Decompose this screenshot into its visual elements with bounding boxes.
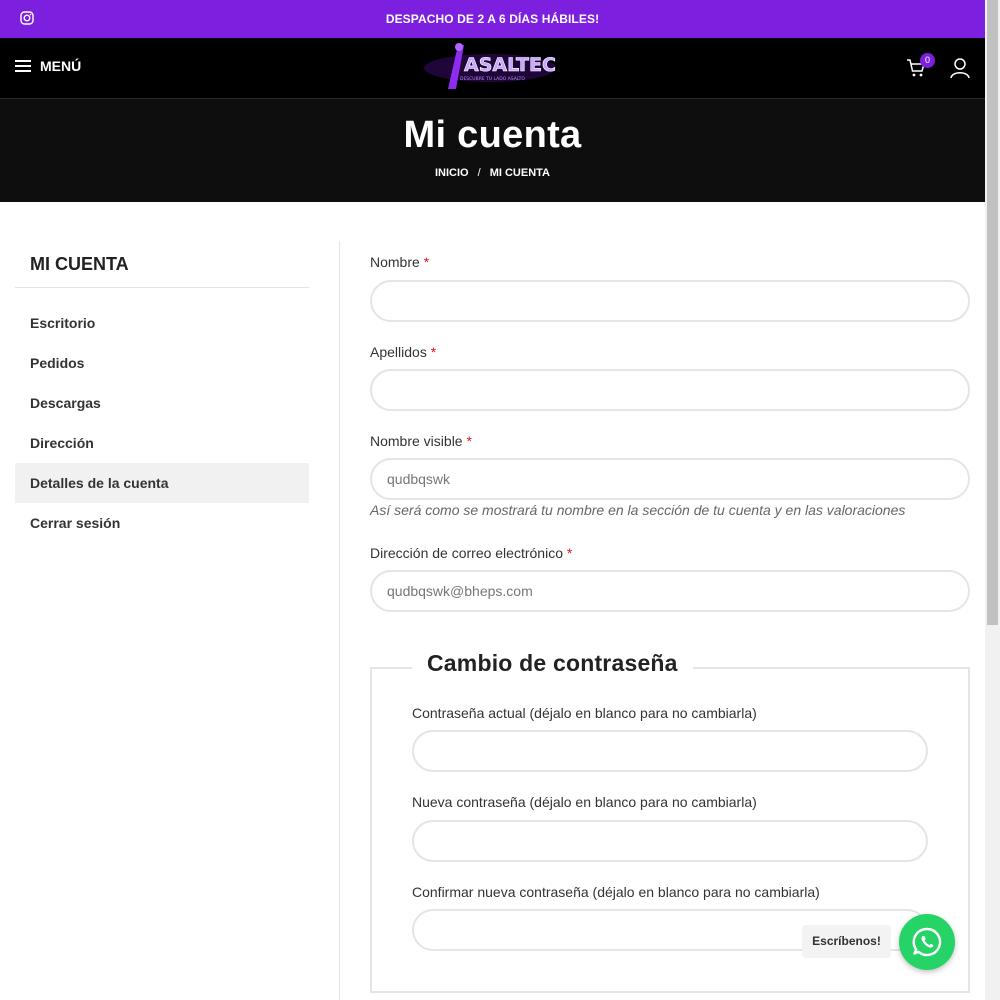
required-mark: *: [430, 344, 437, 360]
nav-item-detalles-cuenta[interactable]: Detalles de la cuenta: [15, 463, 309, 503]
chat-label[interactable]: Escríbenos!: [802, 925, 891, 958]
cart-button[interactable]: 0: [906, 53, 935, 83]
cart-count-badge: 0: [920, 53, 935, 68]
display-name-hint: Así será como se mostrará tu nombre en l…: [370, 502, 906, 518]
email-label: Dirección de correo electrónico *: [370, 545, 572, 561]
menu-button[interactable]: MENÚ: [15, 58, 81, 74]
account-navigation: Escritorio Pedidos Descargas Dirección D…: [15, 303, 309, 543]
last-name-input[interactable]: [370, 369, 970, 411]
display-name-label-text: Nombre visible: [370, 433, 463, 449]
display-name-label: Nombre visible *: [370, 433, 472, 449]
menu-label: MENÚ: [40, 58, 82, 74]
confirm-password-label: Confirmar nueva contraseña (déjalo en bl…: [412, 884, 820, 900]
first-name-label: Nombre *: [370, 254, 429, 270]
breadcrumb-separator: /: [477, 167, 481, 179]
whatsapp-button[interactable]: [899, 914, 955, 970]
email-label-text: Dirección de correo electrónico: [370, 545, 563, 561]
required-mark: *: [423, 254, 430, 270]
required-mark: *: [566, 545, 573, 561]
breadcrumb-current: MI CUENTA: [489, 167, 550, 179]
logo-tagline: DESCUBRE TU LADO ASALTO: [460, 76, 525, 82]
password-change-title: Cambio de contraseña: [412, 650, 693, 677]
required-mark: *: [466, 433, 472, 449]
first-name-input[interactable]: [370, 280, 970, 322]
whatsapp-icon: [912, 927, 942, 957]
nav-item-escritorio[interactable]: Escritorio: [15, 303, 309, 343]
logo-text: ASALTEC: [464, 54, 556, 76]
sidebar-divider: [15, 287, 309, 288]
display-name-input[interactable]: qudbqswk: [370, 458, 970, 500]
column-divider: [339, 241, 340, 1000]
new-password-input[interactable]: [412, 820, 928, 862]
page-title: Mi cuenta: [403, 114, 582, 156]
first-name-label-text: Nombre: [370, 254, 420, 270]
nav-item-pedidos[interactable]: Pedidos: [15, 343, 309, 383]
nav-item-descargas[interactable]: Descargas: [15, 383, 309, 423]
promo-bar: DESPACHO DE 2 A 6 DÍAS HÁBILES!: [0, 0, 985, 38]
site-header: MENÚ ASALTEC DESCUBRE TU LADO ASALTO 0: [0, 38, 985, 99]
instagram-icon[interactable]: [20, 11, 34, 25]
current-password-label: Contraseña actual (déjalo en blanco para…: [412, 705, 757, 721]
scrollbar-thumb[interactable]: [987, 0, 998, 625]
breadcrumb: INICIO / MI CUENTA: [0, 167, 985, 179]
last-name-label: Apellidos *: [370, 344, 436, 360]
sidebar-title: MI CUENTA: [30, 254, 129, 274]
promo-text: DESPACHO DE 2 A 6 DÍAS HÁBILES!: [385, 12, 600, 26]
site-logo[interactable]: ASALTEC DESCUBRE TU LADO ASALTO: [420, 41, 560, 95]
last-name-label-text: Apellidos: [370, 344, 427, 360]
email-input[interactable]: qudbqswk@bheps.com: [370, 570, 970, 612]
breadcrumb-home[interactable]: INICIO: [435, 167, 469, 179]
hamburger-icon: [15, 60, 31, 72]
page-title-banner: Mi cuenta INICIO / MI CUENTA: [0, 99, 985, 202]
current-password-input[interactable]: [412, 730, 928, 772]
nav-item-cerrar-sesion[interactable]: Cerrar sesión: [15, 503, 309, 543]
new-password-label: Nueva contraseña (déjalo en blanco para …: [412, 794, 757, 810]
nav-item-direccion[interactable]: Dirección: [15, 423, 309, 463]
user-icon[interactable]: [950, 57, 970, 79]
